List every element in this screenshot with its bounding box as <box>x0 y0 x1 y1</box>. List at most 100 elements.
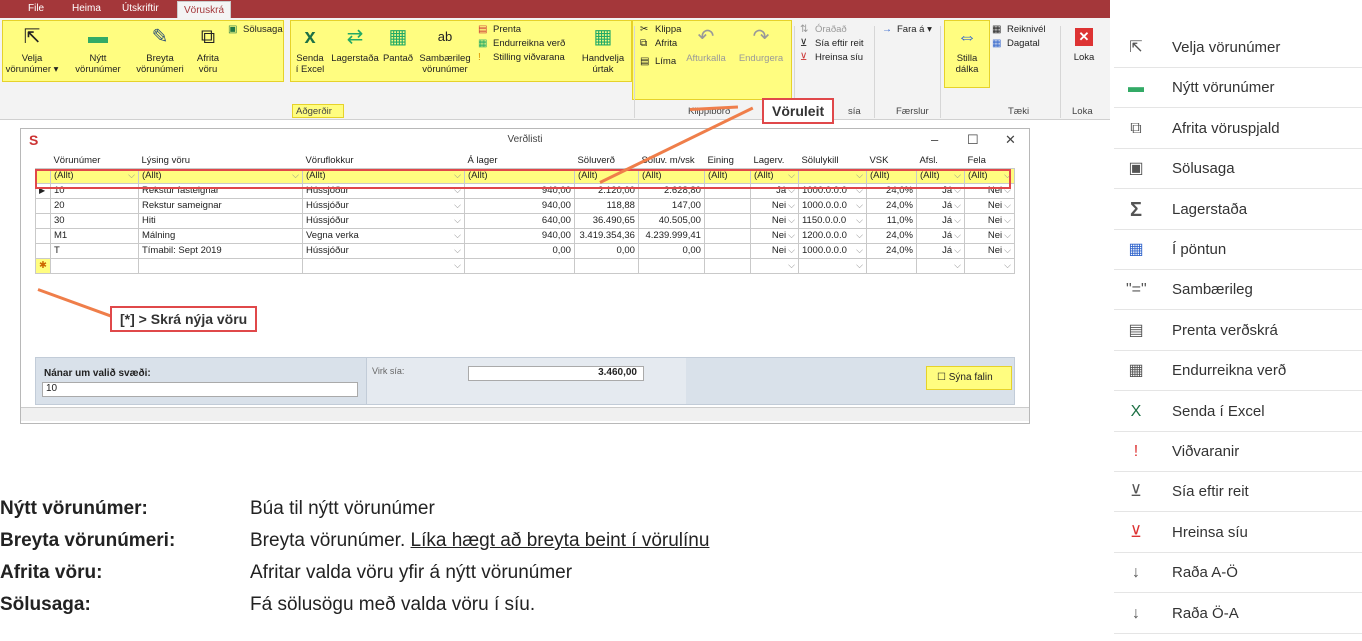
chevron-down-icon[interactable]: ⌵ <box>954 230 961 241</box>
menu-item[interactable]: ⊻ Hreinsa síu <box>1114 513 1362 553</box>
chevron-down-icon[interactable]: ⌵ <box>454 245 461 256</box>
table-cell[interactable]: Hússjóður ⌵ <box>301 242 465 259</box>
details-value-field[interactable]: 10 <box>42 382 358 397</box>
table-cell[interactable] <box>703 197 751 214</box>
chevron-down-icon[interactable]: ⌵ <box>1004 260 1011 271</box>
table-cell[interactable]: 36.490,65 <box>573 212 639 229</box>
col-header[interactable]: Lagerv. <box>750 153 799 169</box>
table-cell[interactable]: 24,0% <box>865 227 917 244</box>
chevron-down-icon[interactable]: ⌵ <box>954 245 961 256</box>
warning-settings-button[interactable]: ! Stilling viðvarana <box>478 52 565 64</box>
table-cell[interactable]: 40.505,00 <box>637 212 705 229</box>
table-cell[interactable]: Nei ⌵ <box>963 197 1015 214</box>
undo-button[interactable]: ↶ Afturkalla <box>678 24 734 64</box>
menu-item[interactable]: ▦ Í pöntun <box>1114 230 1362 270</box>
new-row-marker[interactable]: ✱ <box>35 257 51 274</box>
table-cell[interactable]: Vegna verka ⌵ <box>301 227 465 244</box>
table-cell[interactable]: 3.419.354,36 <box>573 227 639 244</box>
chevron-down-icon[interactable]: ⌵ <box>954 215 961 226</box>
calendar-button[interactable]: ▦ Dagatal <box>992 38 1040 50</box>
chevron-down-icon[interactable]: ⌵ <box>954 260 961 271</box>
table-cell[interactable]: 0,00 <box>637 242 705 259</box>
table-cell[interactable]: 24,0% <box>865 197 917 214</box>
table-cell[interactable]: 640,00 <box>463 212 575 229</box>
horizontal-scrollbar[interactable] <box>21 407 1029 421</box>
cut-button[interactable]: ✂ Klippa <box>640 24 681 36</box>
table-cell[interactable]: 0,00 <box>573 242 639 259</box>
send-excel-button[interactable]: x Senda í Excel <box>290 24 330 75</box>
table-cell[interactable]: 940,00 <box>463 227 575 244</box>
table-cell[interactable]: Nei ⌵ <box>963 227 1015 244</box>
col-header[interactable]: Á lager <box>464 153 575 169</box>
table-cell[interactable]: 24,0% <box>865 242 917 259</box>
table-cell[interactable]: 1000.0.0.0 ⌵ <box>797 242 867 259</box>
table-cell[interactable]: 11,0% <box>865 212 917 229</box>
chevron-down-icon[interactable]: ⌵ <box>454 230 461 241</box>
stock-button[interactable]: ⇄ Lagerstaða <box>328 24 382 64</box>
chevron-down-icon[interactable]: ⌵ <box>788 215 795 226</box>
table-cell[interactable] <box>703 212 751 229</box>
tab-voruskra[interactable]: Vöruskrá <box>177 1 232 18</box>
table-cell[interactable]: Nei ⌵ <box>749 242 799 259</box>
sales-history-button[interactable]: ▣ Sölusaga <box>228 24 283 36</box>
table-cell[interactable]: Nei ⌵ <box>963 212 1015 229</box>
select-item-button[interactable]: ⇱ Velja vörunúmer ▾ <box>2 24 62 75</box>
table-cell[interactable]: 1150.0.0.0 ⌵ <box>797 212 867 229</box>
menu-item[interactable]: "=" Sambærileg <box>1114 270 1362 311</box>
table-cell[interactable]: 20 <box>49 197 139 214</box>
table-cell[interactable]: Hiti <box>137 212 303 229</box>
filter-by-field-button[interactable]: ⊻ Sía eftir reit <box>800 38 864 50</box>
new-row[interactable]: ✱ ⌵ ⌵ ⌵ ⌵ ⌵ <box>35 257 1015 274</box>
table-cell[interactable]: Já ⌵ <box>915 227 965 244</box>
table-row[interactable]: M1 Málning Vegna verka ⌵ 940,00 3.419.354,36 4… <box>35 227 1015 244</box>
chevron-down-icon[interactable]: ⌵ <box>454 260 461 271</box>
table-cell[interactable]: Nei ⌵ <box>749 227 799 244</box>
chevron-down-icon[interactable]: ⌵ <box>1004 200 1011 211</box>
chevron-down-icon[interactable]: ⌵ <box>1004 215 1011 226</box>
col-header[interactable]: Lýsing vöru <box>138 153 303 169</box>
ordered-button[interactable]: ▦ Pantað <box>380 24 416 64</box>
table-cell[interactable]: Nei ⌵ <box>749 212 799 229</box>
menu-item[interactable]: ▬ Nýtt vörunúmer <box>1114 68 1362 109</box>
menu-item[interactable]: ! Viðvaranir <box>1114 432 1362 472</box>
col-header[interactable]: Vöruflokkur <box>302 153 465 169</box>
window-close-icon[interactable]: ✕ <box>1005 132 1016 148</box>
copy-button[interactable]: ⧉ Afrita <box>640 38 677 50</box>
menu-item[interactable]: ⇱ Velja vörunúmer <box>1114 28 1362 68</box>
menu-item[interactable]: ⊻ Sía eftir reit <box>1114 472 1362 513</box>
table-cell[interactable] <box>703 227 751 244</box>
chevron-down-icon[interactable]: ⌵ <box>954 200 961 211</box>
chevron-down-icon[interactable]: ⌵ <box>454 215 461 226</box>
table-cell[interactable]: 940,00 <box>463 197 575 214</box>
menu-item[interactable]: X Senda í Excel <box>1114 392 1362 432</box>
table-cell[interactable]: Já ⌵ <box>915 197 965 214</box>
col-header[interactable]: Eining <box>704 153 751 169</box>
row-selector[interactable] <box>35 197 51 214</box>
calculator-button[interactable]: ▦ Reiknivél <box>992 24 1046 36</box>
row-selector[interactable] <box>35 242 51 259</box>
chevron-down-icon[interactable]: ⌵ <box>856 245 863 256</box>
table-row[interactable]: 20 Rekstur sameignar Hússjóður ⌵ 940,00 118,8… <box>35 197 1015 214</box>
chevron-down-icon[interactable]: ⌵ <box>856 200 863 211</box>
chevron-down-icon[interactable]: ⌵ <box>856 260 863 271</box>
chevron-down-icon[interactable]: ⌵ <box>856 230 863 241</box>
menu-item[interactable]: ▣ Sölusaga <box>1114 149 1362 190</box>
table-cell[interactable]: 1000.0.0.0 ⌵ <box>797 197 867 214</box>
clear-filter-button[interactable]: ⊻ Hreinsa síu <box>800 52 863 64</box>
redo-button[interactable]: ↷ Endurgera <box>734 24 788 64</box>
table-row[interactable]: 30 Hiti Hússjóður ⌵ 640,00 36.490,65 40.505,00… <box>35 212 1015 229</box>
edit-item-button[interactable]: ✎ Breyta vörunúmeri <box>130 24 190 75</box>
table-cell[interactable]: 1200.0.0.0 ⌵ <box>797 227 867 244</box>
adjust-columns-button[interactable]: ⇔ Stilla dálka <box>944 24 990 75</box>
chevron-down-icon[interactable]: ⌵ <box>856 215 863 226</box>
col-header[interactable]: Vörunúmer <box>50 153 139 169</box>
recalculate-button[interactable]: ▦ Endurreikna verð <box>478 38 565 50</box>
table-cell[interactable]: M1 <box>49 227 139 244</box>
chevron-down-icon[interactable]: ⌵ <box>788 245 795 256</box>
chevron-down-icon[interactable]: ⌵ <box>788 200 795 211</box>
manual-select-button[interactable]: ▦ Handvelja úrtak <box>578 24 628 75</box>
table-cell[interactable] <box>703 242 751 259</box>
paste-button[interactable]: ▤ Líma <box>640 56 676 68</box>
row-selector[interactable] <box>35 227 51 244</box>
row-selector[interactable] <box>35 212 51 229</box>
